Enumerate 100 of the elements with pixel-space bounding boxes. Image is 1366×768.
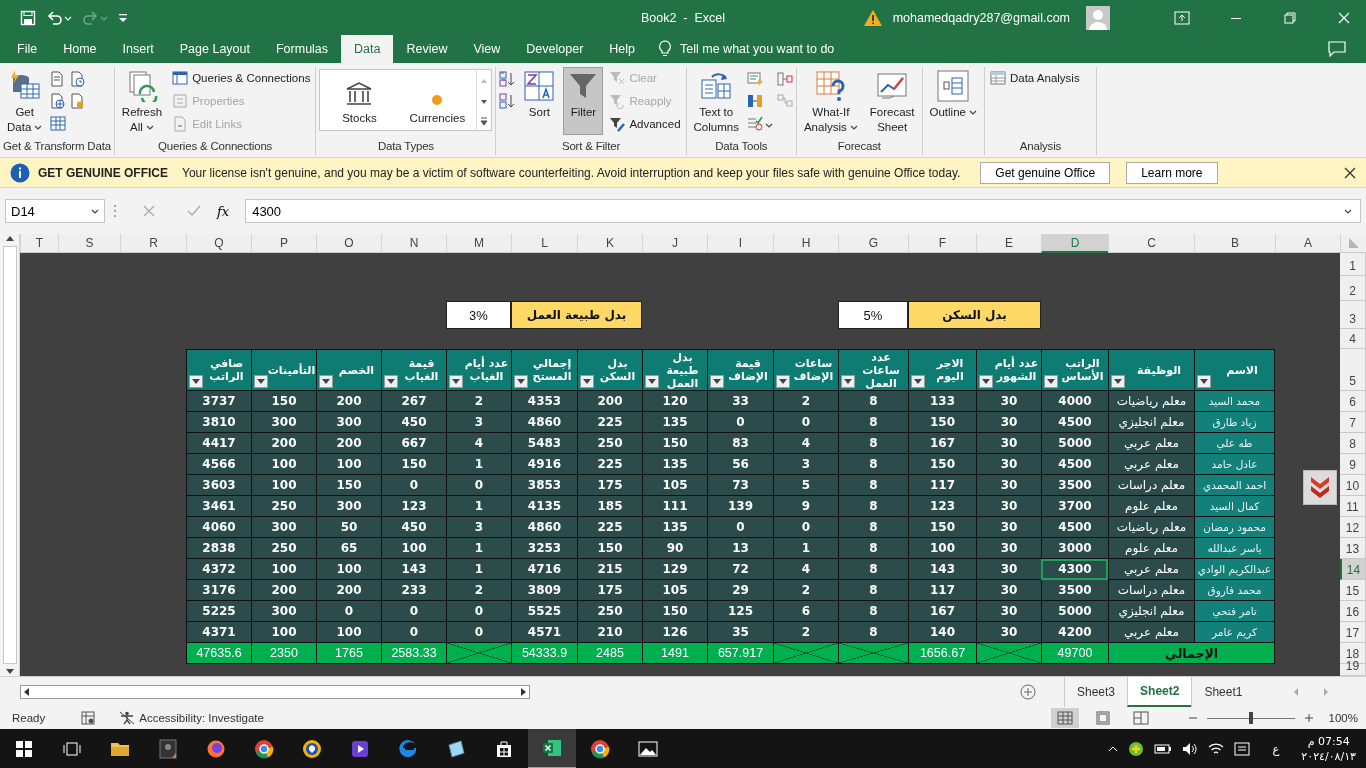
save-icon[interactable]	[20, 9, 36, 26]
caret-icon[interactable]	[713, 379, 721, 384]
remove-duplicates-icon[interactable]	[746, 93, 763, 109]
validation-icon[interactable]	[746, 115, 773, 131]
macro-record-icon[interactable]	[81, 711, 96, 725]
volume-icon[interactable]	[1182, 742, 1199, 756]
row-header[interactable]: 13	[1340, 538, 1366, 559]
horizontal-scrollbar[interactable]	[20, 685, 530, 699]
column-header[interactable]: O	[316, 234, 381, 253]
ribbon-tab[interactable]: Developer	[513, 35, 597, 63]
ribbon-display-icon[interactable]	[1174, 10, 1190, 25]
sort-ascending-icon[interactable]	[499, 71, 516, 87]
parameter-value[interactable]: 3%	[446, 301, 511, 329]
column-header[interactable]: R	[120, 234, 186, 253]
vertical-scrollbar[interactable]	[0, 234, 20, 676]
filter-dropdown-button[interactable]	[254, 375, 268, 388]
notification-icon[interactable]	[1234, 741, 1251, 757]
account-email[interactable]: mohamedqadry287@gmail.com	[892, 10, 1070, 25]
wifi-icon[interactable]	[1208, 742, 1225, 756]
column-header[interactable]: Q	[186, 234, 251, 253]
column-header[interactable]: A	[1275, 234, 1340, 253]
filter-dropdown-button[interactable]	[514, 375, 528, 388]
comment-icon[interactable]	[1328, 41, 1346, 57]
ribbon-button[interactable]: Sort	[519, 67, 560, 135]
close-icon[interactable]	[1344, 166, 1356, 179]
caret-icon[interactable]	[1200, 379, 1208, 384]
row-header[interactable]: 8	[1340, 433, 1366, 454]
caret-icon[interactable]	[648, 379, 656, 384]
caret-icon[interactable]	[91, 207, 99, 215]
ribbon-button[interactable]: Filter	[563, 67, 604, 135]
caret-icon[interactable]	[982, 379, 990, 384]
row-header[interactable]: 3	[1340, 301, 1366, 329]
filter-dropdown-button[interactable]	[979, 375, 993, 388]
caret-icon[interactable]	[517, 379, 525, 384]
web-document-icon[interactable]	[50, 93, 67, 109]
ribbon-tab[interactable]: Page Layout	[166, 35, 263, 63]
message-button[interactable]: Get genuine Office	[980, 161, 1111, 184]
row-header[interactable]: 17	[1340, 622, 1366, 643]
row-header[interactable]: 9	[1340, 454, 1366, 475]
filter-dropdown-button[interactable]	[1044, 375, 1058, 388]
filter-dropdown-button[interactable]	[911, 375, 925, 388]
parameter-value[interactable]: 5%	[838, 301, 908, 329]
row-header[interactable]: 12	[1340, 517, 1366, 538]
ribbon-button[interactable]: Text to Columns	[689, 67, 743, 135]
column-header[interactable]: B	[1194, 234, 1275, 253]
caret-icon[interactable]	[192, 379, 200, 384]
filter-dropdown-button[interactable]	[1111, 375, 1125, 388]
row-header[interactable]: 16	[1340, 601, 1366, 622]
row-header[interactable]: 5	[1340, 349, 1366, 391]
filter-dropdown-button[interactable]	[841, 375, 855, 388]
ribbon-tab[interactable]: Review	[393, 35, 461, 63]
row-header[interactable]: 4	[1340, 329, 1366, 349]
caret-icon[interactable]	[322, 379, 330, 384]
ribbon-tab[interactable]: Data	[341, 35, 394, 63]
table-icon[interactable]	[50, 115, 67, 131]
filter-dropdown-button[interactable]	[645, 375, 659, 388]
filter-dropdown-button[interactable]	[319, 375, 333, 388]
zoom-level[interactable]: 100%	[1328, 712, 1358, 724]
sheet-tab[interactable]: Sheet2	[1127, 677, 1192, 707]
zoom-thumb[interactable]	[1248, 712, 1253, 724]
filter-dropdown-button[interactable]	[710, 375, 724, 388]
name-box[interactable]: D14	[5, 199, 105, 223]
column-header[interactable]: M	[446, 234, 511, 253]
row-header[interactable]: 2	[1340, 276, 1366, 301]
filter-dropdown-button[interactable]	[384, 375, 398, 388]
caret-icon[interactable]	[1047, 379, 1055, 384]
filter-dropdown-button[interactable]	[580, 375, 594, 388]
input-language[interactable]: ع	[1272, 742, 1280, 756]
battery-icon[interactable]	[1154, 743, 1173, 755]
row-header[interactable]: 7	[1340, 412, 1366, 433]
column-header[interactable]: I	[707, 234, 773, 253]
customize-icon[interactable]	[118, 11, 128, 24]
ribbon-button[interactable]: Outline	[925, 67, 981, 135]
filter-dropdown-button[interactable]	[449, 375, 463, 388]
caret-icon[interactable]	[914, 379, 922, 384]
ribbon-button[interactable]: Queries & Connections	[170, 67, 313, 88]
row-header[interactable]: 11	[1340, 496, 1366, 517]
column-header[interactable]: S	[58, 234, 120, 253]
chevron-down-button[interactable]	[1303, 470, 1337, 505]
normal-view-button[interactable]	[1050, 708, 1079, 728]
column-header[interactable]: H	[773, 234, 838, 253]
column-header[interactable]: D	[1041, 234, 1108, 253]
clock-document-icon[interactable]	[70, 71, 87, 87]
ribbon-tab[interactable]: Home	[50, 35, 110, 63]
ribbon-button[interactable]: Get Data	[3, 67, 47, 135]
column-header[interactable]: G	[838, 234, 908, 253]
caret-icon[interactable]	[387, 379, 395, 384]
filter-dropdown-button[interactable]	[776, 375, 790, 388]
column-header[interactable]: T	[20, 234, 58, 253]
column-header[interactable]: J	[642, 234, 707, 253]
ribbon-tab[interactable]: Formulas	[262, 35, 342, 63]
column-header[interactable]: C	[1108, 234, 1194, 253]
ribbon-button[interactable]: Advanced	[607, 113, 683, 134]
filter-dropdown-button[interactable]	[189, 375, 203, 388]
column-header[interactable]: L	[511, 234, 577, 253]
status-app-icon[interactable]	[1128, 741, 1145, 757]
sort-descending-icon[interactable]	[499, 93, 516, 109]
column-header[interactable]: E	[976, 234, 1041, 253]
clock-time[interactable]: 07:54 م	[1307, 734, 1350, 749]
gallery-item[interactable]: Stocks	[320, 70, 399, 130]
